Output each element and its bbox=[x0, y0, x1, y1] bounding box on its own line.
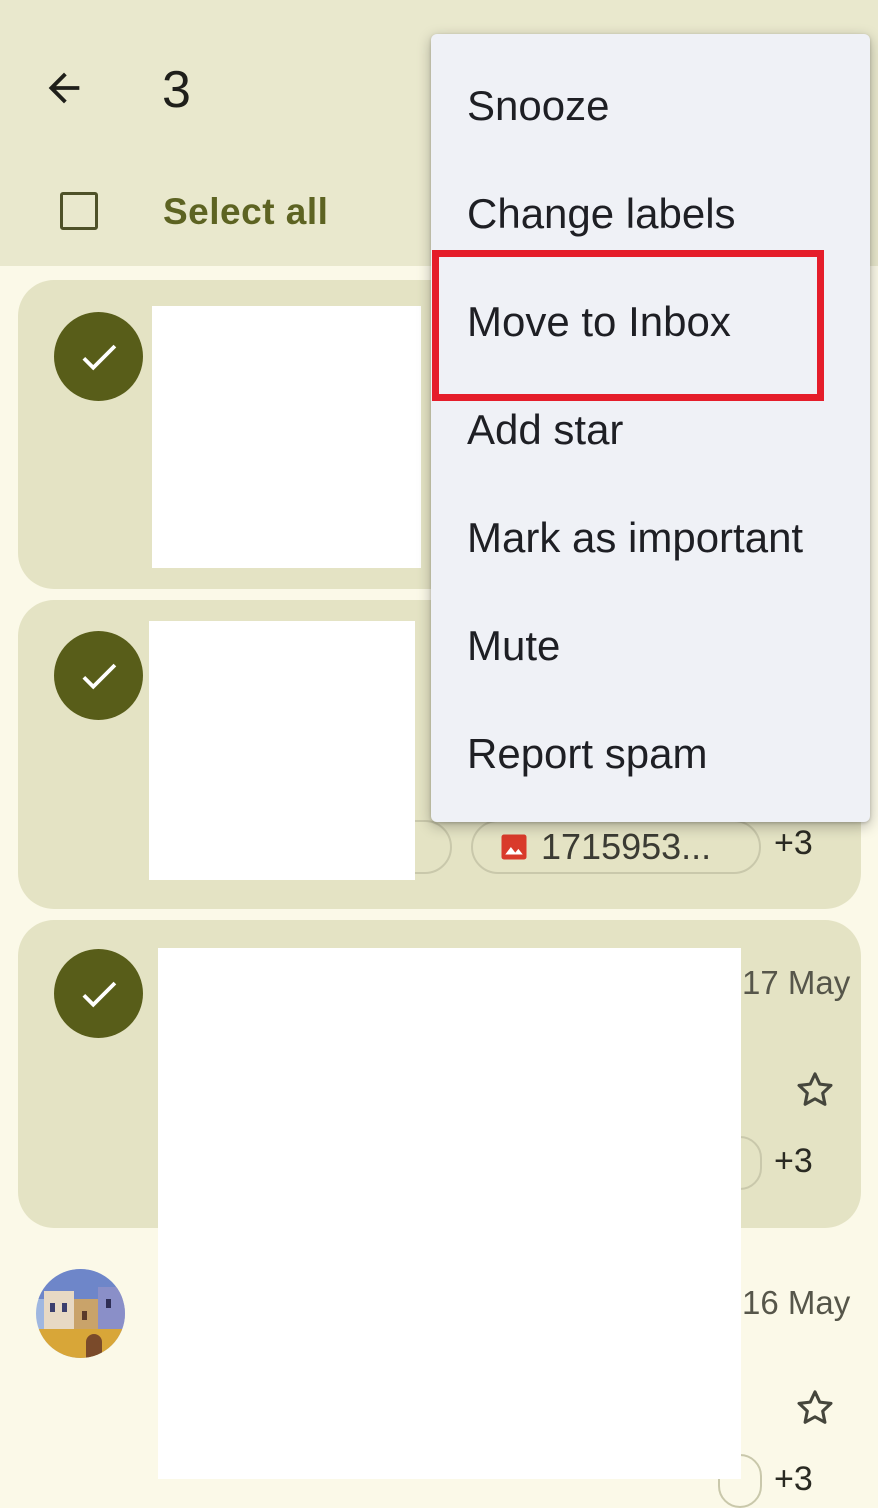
menu-item-mute[interactable]: Mute bbox=[431, 592, 870, 700]
menu-item-snooze[interactable]: Snooze bbox=[431, 52, 870, 160]
attachment-name: 1715953... bbox=[541, 826, 712, 867]
check-icon bbox=[82, 344, 116, 370]
menu-item-report-spam[interactable]: Report spam bbox=[431, 700, 870, 808]
star-icon[interactable] bbox=[793, 1386, 837, 1430]
redacted-content bbox=[152, 306, 421, 568]
more-attachments-count: +3 bbox=[774, 824, 813, 862]
more-attachments-count: +3 bbox=[774, 1142, 813, 1180]
overflow-menu: Snooze Change labels Move to Inbox Add s… bbox=[431, 34, 870, 822]
image-icon bbox=[501, 834, 527, 860]
select-all-label[interactable]: Select all bbox=[163, 190, 328, 234]
back-button[interactable] bbox=[34, 58, 94, 118]
email-date: 16 May bbox=[742, 1284, 851, 1321]
selected-check-avatar[interactable] bbox=[54, 631, 143, 720]
photo-avatar[interactable] bbox=[36, 1269, 125, 1358]
attachment-chip[interactable]: 1715953... bbox=[471, 820, 761, 874]
email-date: 17 May bbox=[742, 964, 851, 1001]
redacted-content bbox=[158, 948, 741, 1479]
menu-item-label: Snooze bbox=[467, 82, 610, 129]
selected-check-avatar[interactable] bbox=[54, 312, 143, 401]
selected-check-avatar[interactable] bbox=[54, 949, 143, 1038]
select-all-checkbox[interactable] bbox=[60, 192, 98, 230]
redacted-content bbox=[149, 621, 415, 880]
menu-item-mark-as-important[interactable]: Mark as important bbox=[431, 484, 870, 592]
check-icon bbox=[82, 981, 116, 1007]
check-icon bbox=[82, 663, 116, 689]
more-attachments-count: +3 bbox=[774, 1460, 813, 1498]
selected-count: 3 bbox=[162, 61, 191, 119]
menu-item-label: Report spam bbox=[467, 730, 708, 777]
star-icon[interactable] bbox=[793, 1068, 837, 1112]
arrow-back-icon bbox=[48, 72, 80, 104]
menu-item-label: Mute bbox=[467, 622, 561, 669]
menu-item-label: Mark as important bbox=[467, 514, 804, 561]
highlight-annotation-box bbox=[432, 250, 824, 401]
